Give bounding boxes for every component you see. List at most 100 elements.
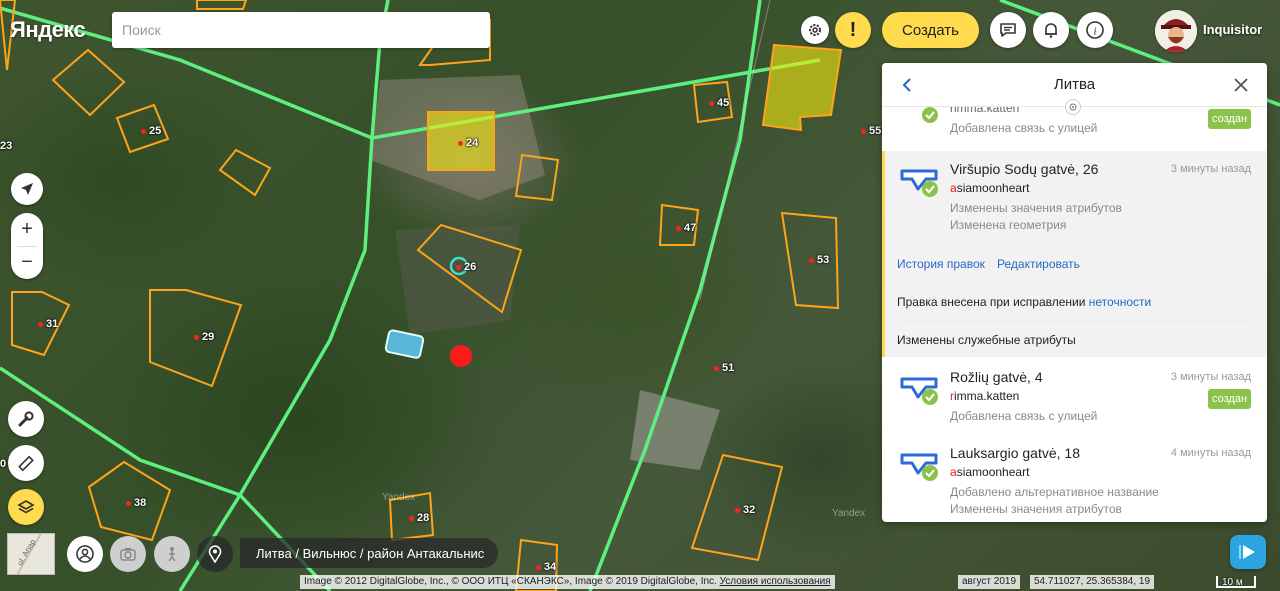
- info-button[interactable]: i: [1077, 12, 1113, 48]
- history-entry-selected[interactable]: Viršupio Sodų gatvė, 26 3 минуты назад a…: [882, 151, 1267, 357]
- info-icon: i: [1086, 21, 1104, 39]
- user-avatar-icon: [1155, 10, 1197, 52]
- imagery-date: август 2019: [958, 575, 1021, 589]
- map-watermark: Yandex: [382, 492, 416, 503]
- feedback-button[interactable]: [1230, 535, 1266, 569]
- bell-icon: [1045, 23, 1057, 38]
- status-badge: создан: [1208, 389, 1251, 409]
- lot-label: 53: [809, 254, 829, 266]
- chat-icon: [1000, 23, 1016, 37]
- status-badge: создан: [1208, 109, 1251, 129]
- map-watermark: Yandex: [832, 508, 866, 519]
- wrench-icon: [18, 411, 34, 427]
- panel-title: Литва: [1053, 76, 1096, 93]
- divider: [899, 320, 1253, 321]
- scale-label: 10 м: [1222, 577, 1243, 588]
- place-button[interactable]: [197, 536, 233, 572]
- crosshair-button[interactable]: [1065, 99, 1081, 115]
- history-entry[interactable]: Lauksargio gatvė, 18 4 минуты назад asia…: [882, 433, 1267, 522]
- copyright-notice: Image © 2012 DigitalGlobe, Inc., © ООО И…: [300, 575, 835, 589]
- entry-time: 4 минуты назад: [1170, 447, 1251, 459]
- history-panel: Литва rimma.katten Добавлена связь с ули…: [882, 63, 1267, 522]
- user-name: siamoonheart: [956, 465, 1030, 479]
- fix-note-text: Правка внесена при исправлении: [897, 295, 1089, 309]
- breadcrumb[interactable]: Литва / Вильнюс / район Антакальнис: [240, 538, 499, 568]
- entry-title[interactable]: Rožlių gatvė, 4: [950, 369, 1043, 385]
- highlighted-lot: [761, 43, 843, 132]
- ruler-icon: [18, 455, 34, 472]
- gear-icon: [809, 24, 821, 36]
- layers-button[interactable]: [8, 489, 44, 525]
- entry-user[interactable]: asiamoonheart: [950, 465, 1029, 479]
- zoom-out-button[interactable]: −: [11, 246, 43, 279]
- create-button[interactable]: Создать: [882, 12, 979, 48]
- yandex-logo[interactable]: Яндекс: [10, 17, 86, 43]
- close-button[interactable]: [1231, 75, 1251, 95]
- notifications-button[interactable]: [1033, 12, 1069, 48]
- minimap[interactable]: ul. Anap: [7, 533, 55, 575]
- pool: [384, 329, 425, 359]
- tools-button[interactable]: [8, 401, 44, 437]
- user-initial: a: [950, 465, 957, 479]
- user-name: imma.katten: [954, 389, 1020, 403]
- road-edit-icon: [900, 453, 938, 481]
- entry-change: Добавлена связь с улицей: [950, 121, 1098, 135]
- entry-change: Добавлено альтернативное название: [950, 485, 1159, 499]
- history-list[interactable]: rimma.katten Добавлена связь с улицей со…: [882, 107, 1267, 522]
- user-initial: a: [950, 181, 957, 195]
- fix-note: Правка внесена при исправлении неточност…: [897, 295, 1151, 309]
- lot-label: 34: [536, 561, 556, 573]
- messages-button[interactable]: [990, 12, 1026, 48]
- search-input[interactable]: [112, 12, 490, 48]
- entry-title[interactable]: Lauksargio gatvė, 18: [950, 445, 1080, 461]
- user-name: siamoonheart: [956, 181, 1030, 195]
- alert-button[interactable]: !: [835, 12, 871, 48]
- lot-label: 24: [458, 137, 478, 149]
- scale-bar: 10 м: [1212, 575, 1260, 589]
- lot-label: 25: [141, 125, 161, 137]
- ruler-button[interactable]: [8, 445, 44, 481]
- camera-icon: [120, 548, 136, 561]
- lot-label: 28: [409, 512, 429, 524]
- svg-text:i: i: [1093, 26, 1096, 38]
- road-edit-icon: [900, 377, 938, 405]
- service-note: Изменены служебные атрибуты: [897, 333, 1076, 347]
- entry-user[interactable]: rimma.katten: [950, 389, 1019, 403]
- lot-label: 0: [0, 458, 7, 470]
- plus-icon: +: [21, 218, 33, 240]
- locate-button[interactable]: [11, 173, 43, 205]
- street-view-button[interactable]: [154, 536, 190, 572]
- edit-link[interactable]: Редактировать: [997, 257, 1080, 271]
- red-marker: [450, 345, 472, 367]
- zoom-control: + −: [11, 213, 43, 279]
- entry-user[interactable]: rimma.katten: [950, 107, 1019, 115]
- panel-header: Литва: [882, 63, 1267, 115]
- lot-label: 32: [735, 504, 755, 516]
- history-entry[interactable]: Rožlių gatvė, 4 3 минуты назад rimma.kat…: [882, 357, 1267, 433]
- lot-label: 23: [0, 140, 13, 152]
- entry-time: 3 минуты назад: [1170, 163, 1251, 175]
- inaccuracy-link[interactable]: неточности: [1089, 295, 1151, 309]
- lot-label: 55: [861, 125, 881, 137]
- entry-change: Изменены значения атрибутов: [950, 201, 1122, 215]
- terms-link[interactable]: Условия использования: [720, 576, 831, 587]
- lot-label: 47: [676, 222, 696, 234]
- panorama-user-button[interactable]: [67, 536, 103, 572]
- divider: [899, 282, 1253, 283]
- username[interactable]: Inquisitor: [1203, 22, 1262, 37]
- lot-label: 38: [126, 497, 146, 509]
- road-edit-icon: [900, 169, 938, 197]
- entry-title[interactable]: Viršupio Sodų gatvė, 26: [950, 161, 1098, 177]
- entry-user[interactable]: asiamoonheart: [950, 181, 1029, 195]
- settings-button[interactable]: [801, 16, 829, 44]
- zoom-in-button[interactable]: +: [11, 213, 43, 246]
- history-link[interactable]: История правок: [897, 257, 985, 271]
- lot-label: 51: [714, 362, 734, 374]
- photo-button[interactable]: [110, 536, 146, 572]
- layers-icon: [17, 500, 35, 514]
- minus-icon: −: [21, 251, 33, 273]
- coordinates[interactable]: 54.711027, 25.365384, 19: [1030, 575, 1155, 589]
- entry-change: Изменены значения атрибутов: [950, 502, 1122, 516]
- avatar[interactable]: [1155, 10, 1197, 52]
- entry-change: Добавлена связь с улицей: [950, 409, 1098, 423]
